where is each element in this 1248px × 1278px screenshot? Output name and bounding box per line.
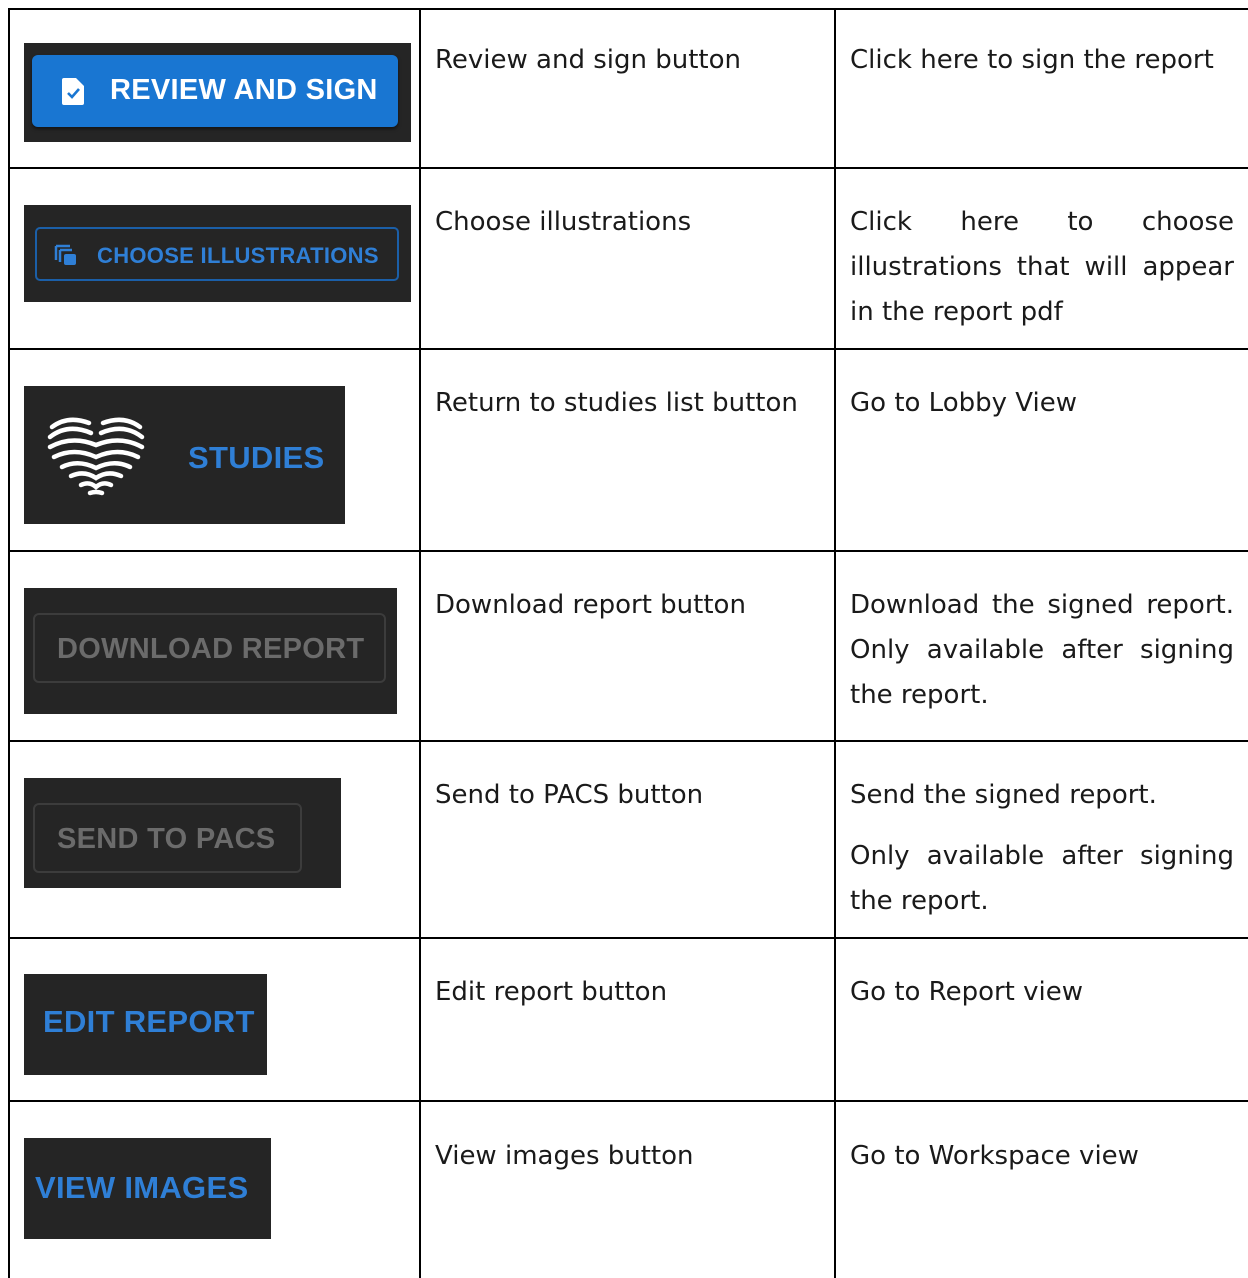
row-description: Click here to sign the report bbox=[850, 45, 1214, 75]
row-name: Review and sign button bbox=[435, 45, 741, 75]
table-row-divider bbox=[8, 167, 1248, 169]
choose-illustrations-button[interactable]: CHOOSE ILLUSTRATIONS bbox=[35, 227, 399, 281]
table-border-top bbox=[8, 8, 1248, 10]
table-row-divider bbox=[8, 937, 1248, 939]
download-report-screenshot: DOWNLOAD REPORT bbox=[24, 588, 397, 714]
send-to-pacs-button[interactable]: SEND TO PACS bbox=[33, 803, 302, 873]
description-paragraph: Send the signed report. bbox=[850, 780, 1157, 810]
table-row-divider bbox=[8, 740, 1248, 742]
row-name: Return to studies list button bbox=[435, 388, 798, 418]
edit-report-label: EDIT REPORT bbox=[43, 1004, 255, 1039]
row-description: Go to Report view bbox=[850, 977, 1084, 1007]
table-divider-col2 bbox=[834, 8, 836, 1278]
row-description: Download the signed report. Only availab… bbox=[850, 590, 1234, 710]
illustrations-icon bbox=[54, 244, 76, 265]
row-description: Go to Lobby View bbox=[850, 388, 1077, 418]
row-name: Edit report button bbox=[435, 977, 668, 1007]
download-report-label: DOWNLOAD REPORT bbox=[57, 633, 365, 665]
view-images-screenshot[interactable]: VIEW IMAGES bbox=[24, 1138, 271, 1239]
row-name: View images button bbox=[435, 1141, 694, 1171]
choose-illustrations-screenshot: CHOOSE ILLUSTRATIONS bbox=[24, 205, 411, 302]
description-paragraph: Only available after signing the report. bbox=[850, 841, 1234, 916]
review-and-sign-button[interactable]: REVIEW AND SIGN bbox=[32, 55, 398, 127]
document-check-icon bbox=[62, 78, 84, 105]
row-name: Choose illustrations bbox=[435, 207, 692, 237]
choose-illustrations-label: CHOOSE ILLUSTRATIONS bbox=[97, 243, 379, 268]
row-description: Go to Workspace view bbox=[850, 1141, 1139, 1171]
row-name: Send to PACS button bbox=[435, 780, 704, 810]
row-description: Click here to choose illustrations that … bbox=[850, 207, 1234, 327]
studies-screenshot[interactable]: STUDIES bbox=[24, 386, 345, 524]
review-and-sign-label: REVIEW AND SIGN bbox=[110, 74, 378, 106]
review-and-sign-screenshot: REVIEW AND SIGN bbox=[24, 43, 411, 142]
row-name: Download report button bbox=[435, 590, 746, 620]
table-row-divider bbox=[8, 348, 1248, 350]
send-to-pacs-label: SEND TO PACS bbox=[57, 823, 276, 855]
documentation-table: REVIEW AND SIGN Review and sign button C… bbox=[8, 8, 1248, 1278]
row-description: Send the signed report. Only available a… bbox=[850, 773, 1234, 924]
heart-logo-icon bbox=[47, 417, 145, 496]
table-divider-col1 bbox=[419, 8, 421, 1278]
view-images-label: VIEW IMAGES bbox=[35, 1170, 249, 1205]
send-to-pacs-screenshot: SEND TO PACS bbox=[24, 778, 341, 888]
table-row-divider bbox=[8, 1100, 1248, 1102]
edit-report-screenshot[interactable]: EDIT REPORT bbox=[24, 974, 267, 1075]
table-row-divider bbox=[8, 550, 1248, 552]
studies-label: STUDIES bbox=[188, 440, 325, 475]
download-report-button[interactable]: DOWNLOAD REPORT bbox=[33, 613, 386, 683]
table-border-left bbox=[8, 8, 10, 1278]
